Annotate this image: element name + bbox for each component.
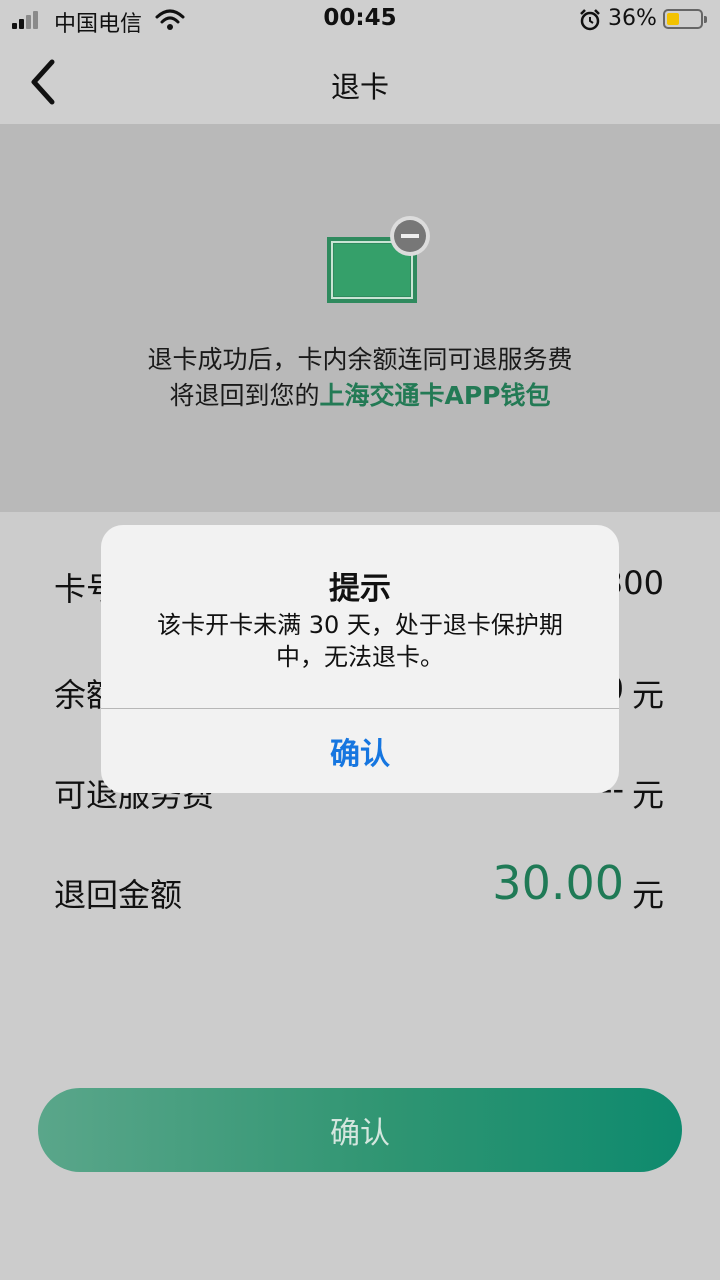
refund-amount-label: 退回金额	[54, 876, 183, 914]
refund-info-line2: 将退回到您的上海交通卡APP钱包	[169, 381, 551, 410]
dialog-message: 该卡开卡未满 30 天，处于退卡保护期中，无法退卡。	[157, 611, 563, 671]
refund-info-line1: 退卡成功后，卡内余额连同可退服务费	[147, 345, 573, 374]
nav-bar: 退卡	[0, 40, 720, 124]
status-bar: 中国电信 00:45 36%	[0, 0, 720, 40]
card-remove-icon	[327, 216, 430, 303]
refund-info-header: 退卡成功后，卡内余额连同可退服务费 将退回到您的上海交通卡APP钱包	[0, 124, 720, 512]
confirm-button-label: 确认	[330, 1116, 390, 1151]
balance-unit: 元	[631, 676, 664, 714]
battery-fill	[667, 13, 679, 25]
battery-icon	[663, 9, 707, 29]
page-title: 退卡	[330, 70, 389, 104]
battery-percent: 36%	[608, 6, 657, 31]
dialog-confirm-button[interactable]: 确认	[101, 709, 619, 793]
dialog-title: 提示	[329, 571, 391, 607]
refund-amount-value: 30.00	[492, 856, 624, 910]
service-fee-unit: 元	[631, 776, 664, 814]
confirm-button[interactable]: 确认	[38, 1088, 682, 1172]
refund-info-text: 退卡成功后，卡内余额连同可退服务费 将退回到您的上海交通卡APP钱包	[0, 342, 720, 414]
refund-amount-unit: 元	[631, 876, 664, 914]
row-refund-amount: 退回金额 30.00 元	[0, 856, 720, 932]
alarm-icon	[580, 9, 600, 31]
dialog-confirm-label: 确认	[330, 737, 390, 772]
alert-dialog: 提示 该卡开卡未满 30 天，处于退卡保护期中，无法退卡。 确认	[101, 525, 619, 793]
wallet-highlight: 上海交通卡APP钱包	[319, 381, 551, 410]
